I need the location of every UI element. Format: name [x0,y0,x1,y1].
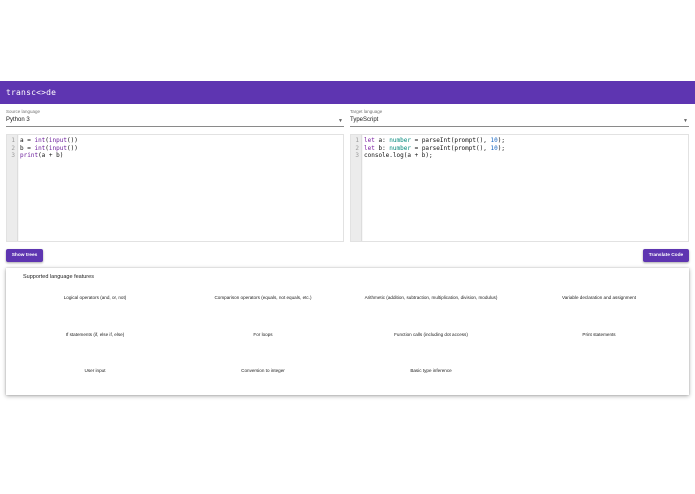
line-number: 1 [11,137,15,144]
line-number-gutter: 1 2 3 [7,135,18,241]
source-language-value: Python 3 [6,117,30,123]
line-number: 3 [11,152,15,159]
code-line: console.log(a + b); [364,152,433,159]
code-line: a = int(input()) [20,137,78,144]
supported-features-card: Supported language features Logical oper… [6,268,689,395]
target-language-select[interactable]: Target language TypeScript ▼ [350,109,689,127]
show-trees-button[interactable]: Show trees [6,249,43,262]
feature-item: User input [84,368,106,373]
chevron-down-icon[interactable]: ▼ [683,118,688,124]
feature-item: Arithmetic (addition, subtraction, multi… [364,295,498,300]
line-number: 2 [11,144,15,152]
feature-item: Print statements [582,332,616,337]
code-area[interactable]: let a: number = parseInt(prompt(), 10); … [363,135,688,241]
code-line: b = int(input()) [20,144,78,152]
line-number-gutter: 1 2 3 [351,135,362,241]
feature-item: If statements (if, else if, else) [65,332,125,337]
target-language-value: TypeScript [350,117,379,123]
line-number: 3 [355,152,359,159]
target-code-editor[interactable]: 1 2 3 let a: number = parseInt(prompt(),… [350,134,689,242]
code-line: let b: number = parseInt(prompt(), 10); [364,144,505,152]
feature-item: Logical operators (and, or, not) [63,295,127,300]
code-line: let a: number = parseInt(prompt(), 10); [364,137,505,144]
line-number: 2 [355,144,359,152]
feature-item: Variable declaration and assignment [562,295,636,300]
line-number: 1 [355,137,359,144]
code-line: print(a + b) [20,152,64,159]
feature-item: Conversion to integer [241,368,285,373]
feature-item: Comparison operators (equals, not equals… [214,295,312,300]
feature-item: For loops [253,332,273,337]
chevron-down-icon[interactable]: ▼ [338,118,343,124]
feature-item: Basic type inference [410,368,452,373]
feature-item: Function calls (including dot access) [394,332,468,337]
code-area[interactable]: a = int(input()) b = int(input()) print(… [19,135,343,241]
translate-code-button[interactable]: Translate Code [643,249,689,262]
source-code-editor[interactable]: 1 2 3 a = int(input()) b = int(input()) … [6,134,344,242]
app-title: transc<>de [6,88,57,97]
app-bar: transc<>de [0,81,695,104]
features-title: Supported language features [23,274,94,280]
source-language-select[interactable]: Source language Python 3 ▼ [6,109,344,127]
